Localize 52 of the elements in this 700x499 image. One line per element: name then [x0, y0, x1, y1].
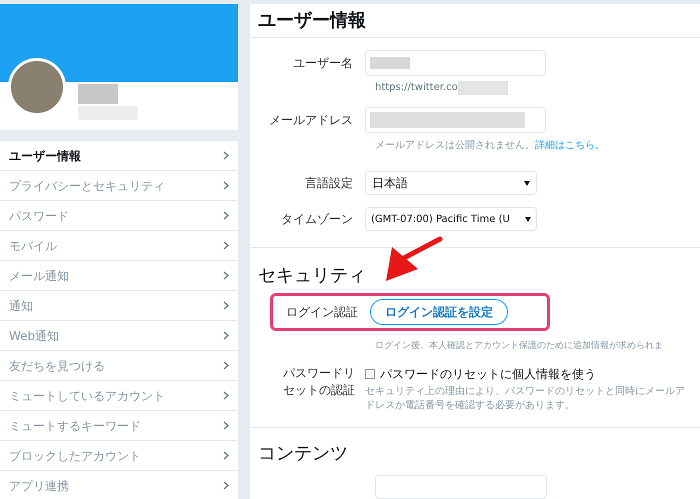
checkbox-label: パスワードのリセットに個人情報を使う: [380, 366, 596, 383]
sidebar-item[interactable]: プライバシーとセキュリティ: [0, 171, 238, 200]
help-text: ログイン後、本人確認とアカウント保護のために追加情報が求められま: [375, 341, 663, 351]
section-heading: ユーザー情報: [258, 9, 366, 33]
dropdown-arrow-icon: [525, 216, 531, 222]
chevron-icon: [223, 451, 229, 460]
blurred-text: [370, 57, 410, 69]
chevron-icon: [223, 211, 229, 220]
sidebar-item[interactable]: ミュートするキーワード: [0, 411, 238, 440]
checkbox[interactable]: [365, 369, 375, 379]
field-label: メールアドレス: [269, 113, 353, 127]
field-label: ユーザー名: [293, 56, 353, 70]
chevron-icon: [223, 331, 229, 340]
input-field[interactable]: [375, 475, 547, 499]
sidebar-item[interactable]: 友だちを見つける: [0, 351, 238, 380]
sidebar-item[interactable]: モバイル: [0, 231, 238, 260]
sidebar-item[interactable]: Web通知: [0, 321, 238, 350]
profile-url: https://twitter.co: [375, 81, 458, 95]
arrow-annotation: [384, 235, 443, 282]
chevron-icon: [223, 481, 229, 490]
details-link[interactable]: 詳細はこちら。: [535, 140, 605, 151]
section-heading: コンテンツ: [257, 442, 349, 466]
sidebar-item[interactable]: アプリ連携: [0, 471, 238, 499]
chevron-icon: [223, 421, 229, 430]
field-label: ログイン認証: [286, 305, 358, 319]
chevron-icon: [223, 301, 229, 310]
help-text: セキュリティ上の理由により、パスワードのリセットと同時にメールアドレスか電話番号を確認する必要があります。: [365, 385, 686, 413]
field-label: タイムゾーン: [281, 212, 353, 226]
username-input-field[interactable]: [365, 50, 546, 76]
dropdown-arrow-icon: [524, 180, 530, 186]
chevron-icon: [223, 241, 229, 250]
sidebar-item[interactable]: パスワード: [0, 201, 238, 230]
blurred-name: [78, 84, 118, 104]
chevron-icon: [223, 151, 229, 160]
help-text: メールアドレスは公開されません。: [375, 140, 535, 151]
field-label: 言語設定: [305, 176, 353, 190]
timezone-select[interactable]: (GMT-07:00) Pacific Time (U: [365, 207, 537, 231]
chevron-icon: [223, 361, 229, 370]
chevron-icon: [223, 181, 229, 190]
field-label: パスワードリセットの認証: [283, 366, 355, 397]
email-input-field[interactable]: [365, 107, 546, 133]
section-heading: セキュリティ: [257, 264, 367, 288]
blurred-text: [458, 80, 508, 94]
sidebar-item[interactable]: メール通知: [0, 261, 238, 290]
login-verification-button[interactable]: ログイン認証を設定: [370, 299, 508, 325]
language-select[interactable]: 日本語: [365, 171, 537, 195]
chevron-icon: [223, 271, 229, 280]
sidebar-item[interactable]: ブロックしたアカウント: [0, 441, 238, 470]
sidebar-item[interactable]: 通知: [0, 291, 238, 320]
chevron-icon: [223, 391, 229, 400]
sidebar-item[interactable]: ユーザー情報: [0, 141, 238, 170]
sidebar-item[interactable]: ミュートしているアカウント: [0, 381, 238, 410]
